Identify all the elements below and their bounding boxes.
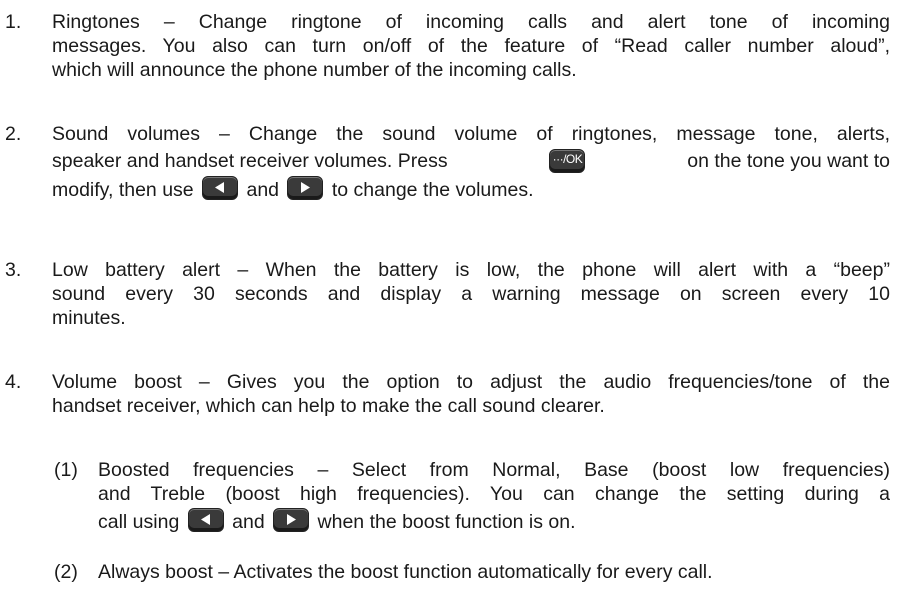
item-text: to change the volumes. [331, 179, 534, 201]
subitem-line-with-key: call using and when the boost function i… [98, 508, 890, 534]
ok-key-icon: ···/OK [549, 149, 586, 173]
subitem-number: (2) [54, 561, 78, 583]
left-arrow-key-icon [187, 508, 224, 532]
item-text: modify, then use [52, 179, 194, 201]
right-arrow-key-icon [287, 176, 324, 200]
item-line: which will announce the phone number of … [52, 59, 577, 81]
item-text: on the tone you want to [687, 150, 890, 172]
item-line: minutes. [52, 307, 126, 329]
item-text: and [232, 511, 265, 533]
subitem-line: and Treble (boost high frequencies). You… [98, 483, 890, 505]
item-line: sound every 30 seconds and display a war… [52, 283, 890, 305]
right-arrow-key-icon [273, 508, 310, 532]
item-text: and [246, 179, 280, 201]
left-arrow-key-icon [202, 176, 239, 200]
item-number: 2. [5, 123, 22, 145]
subitem-number: (1) [54, 459, 78, 481]
item-line: messages. You also can turn on/off of th… [52, 35, 890, 57]
item-text: speaker and handset receiver volumes. Pr… [52, 150, 448, 172]
item-text: when the boost function is on. [317, 511, 576, 533]
item-line: handset receiver, which can help to make… [52, 395, 605, 417]
item-line-with-key: modify, then use and to change the volum… [52, 176, 890, 202]
item-line: Volume boost – Gives you the option to a… [52, 371, 890, 393]
subitem-line: Boosted frequencies – Select from Normal… [98, 459, 890, 481]
item-line: Sound volumes – Change the sound volume … [52, 123, 890, 145]
item-line: Low battery alert – When the battery is … [52, 259, 890, 281]
item-number: 1. [5, 11, 22, 33]
item-text: call using [98, 511, 180, 533]
subitem-line: Always boost – Activates the boost funct… [98, 561, 713, 583]
item-line: Ringtones – Change ringtone of incoming … [52, 11, 890, 33]
item-number: 3. [5, 259, 22, 281]
item-line-with-key: speaker and handset receiver volumes. Pr… [52, 149, 890, 173]
item-number: 4. [5, 371, 22, 393]
